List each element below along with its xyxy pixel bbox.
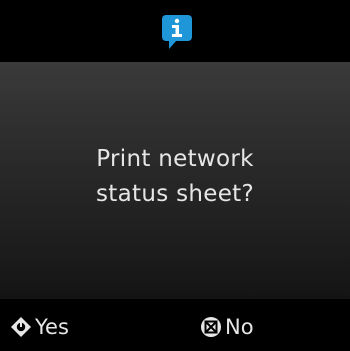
yes-softkey[interactable]: Yes xyxy=(10,315,69,339)
no-softkey[interactable]: No xyxy=(200,315,254,339)
message-line-1: Print network xyxy=(96,146,254,172)
stop-circle-icon xyxy=(201,317,221,337)
confirmation-message: Print network status sheet? xyxy=(0,142,350,212)
printer-lcd-screen: Print network status sheet? Yes No xyxy=(0,0,350,351)
message-line-2: status sheet? xyxy=(96,181,254,207)
header-bar xyxy=(0,0,350,62)
info-icon xyxy=(162,15,192,49)
no-label: No xyxy=(225,315,254,339)
yes-label: Yes xyxy=(35,315,69,339)
start-diamond-icon xyxy=(11,317,31,337)
